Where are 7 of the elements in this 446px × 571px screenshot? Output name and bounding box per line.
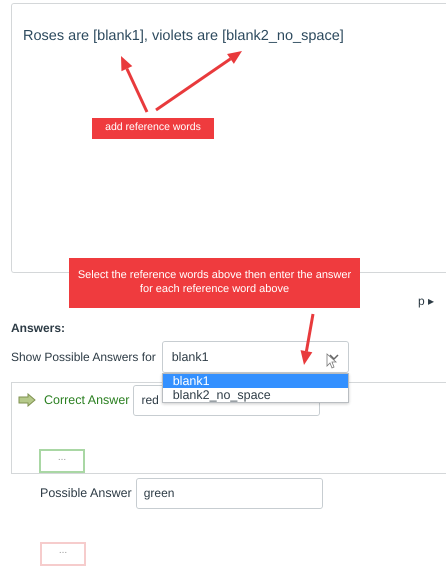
callout-label: add reference words — [92, 118, 214, 139]
callout-label: Select the reference words above then enter the answer for each reference word above — [69, 258, 360, 308]
answers-heading: Answers: — [11, 320, 66, 337]
editor-text: Roses are [blank1], violets are [blank2_no_space] — [23, 27, 344, 46]
answer-label: Possible Answer — [40, 484, 132, 502]
show-label: Show Possible Answers for — [11, 349, 156, 366]
answer-label: Correct Answer — [44, 392, 130, 409]
